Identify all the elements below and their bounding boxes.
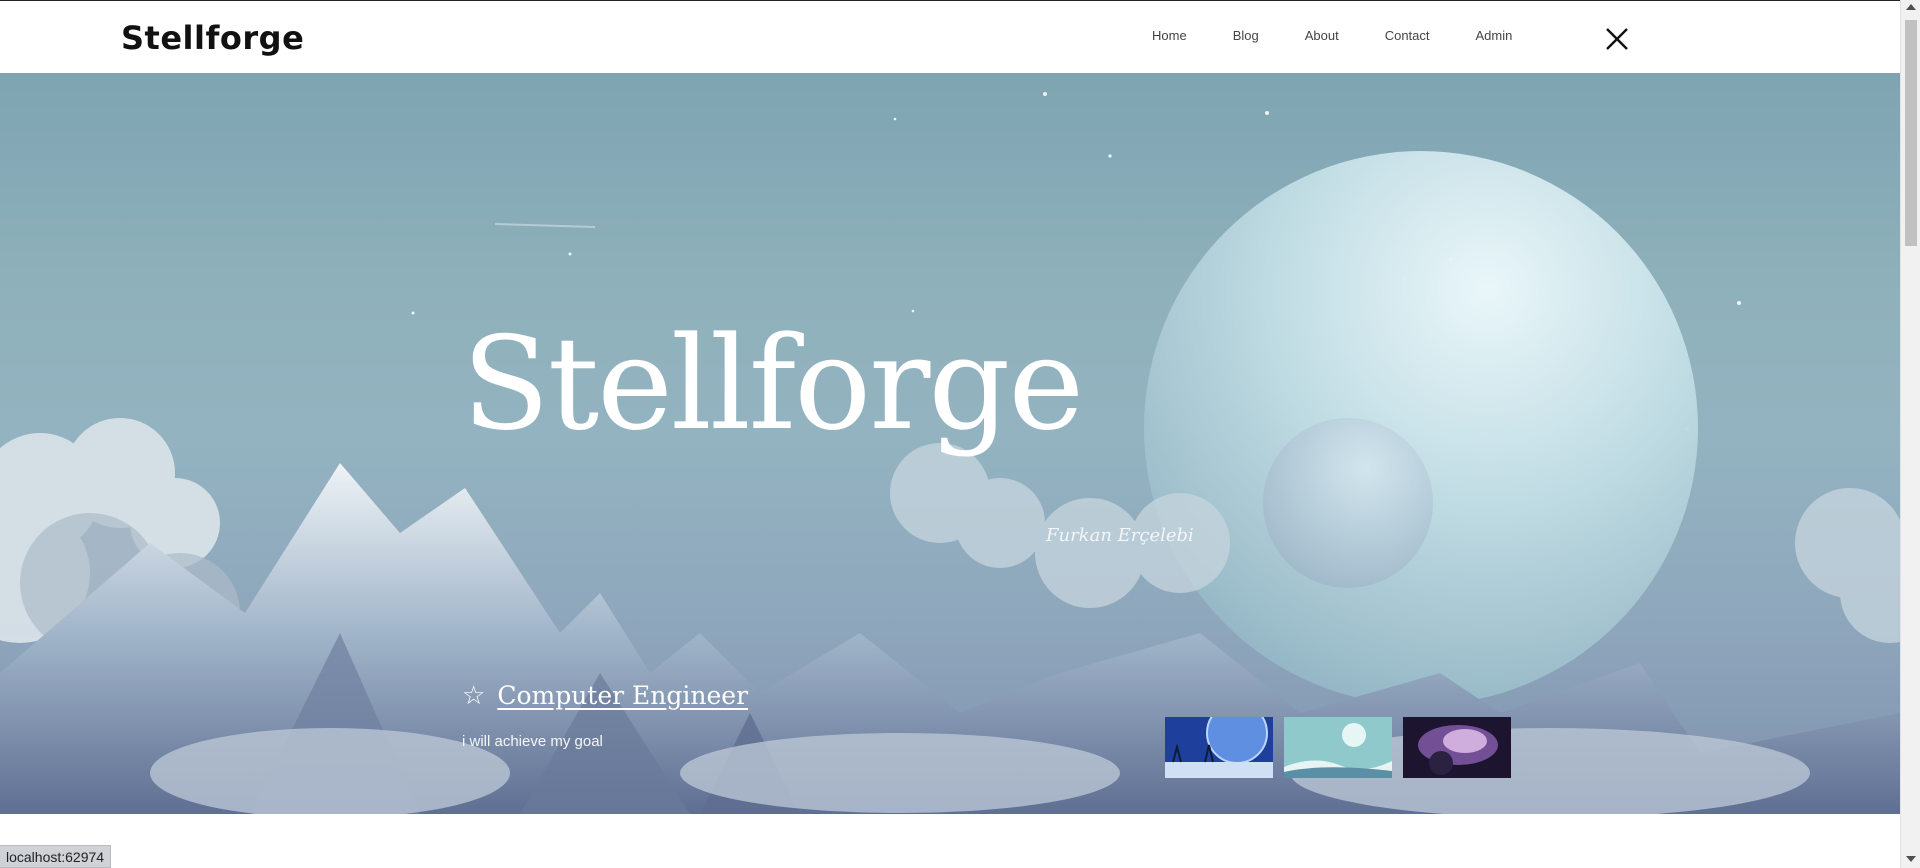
scroll-thumb[interactable] [1905,20,1917,246]
hero-tagline: i will achieve my goal [462,733,603,750]
status-bar-url: localhost:62974 [0,845,112,868]
scroll-up-arrow-icon[interactable] [1906,4,1916,10]
role-row: ☆ Computer Engineer [462,681,748,710]
thumbnail-nebula[interactable] [1403,717,1511,778]
nav-about[interactable]: About [1305,28,1339,43]
close-icon[interactable] [1604,26,1630,52]
site-logo[interactable]: Stellforge [121,19,304,57]
thumbnail-strip [1165,717,1522,778]
nav-admin[interactable]: Admin [1476,28,1513,43]
nav-blog[interactable]: Blog [1233,28,1259,43]
thumbnail-ice-moon[interactable] [1284,717,1392,778]
thumbnail-blue-planet[interactable] [1165,717,1273,778]
hero-title: Stellforge [462,310,1084,459]
scroll-down-arrow-icon[interactable] [1906,856,1916,862]
role-link[interactable]: Computer Engineer [497,681,748,710]
page-scrollbar[interactable] [1900,0,1920,868]
author-signature: Furkan Erçelebi [1046,525,1194,546]
main-nav: Home Blog About Contact Admin [1152,28,1558,43]
nav-contact[interactable]: Contact [1385,28,1430,43]
site-header: Stellforge Home Blog About Contact Admin [0,1,1900,73]
hero-section: Stellforge Furkan Erçelebi ☆ Computer En… [0,73,1900,814]
nav-home[interactable]: Home [1152,28,1187,43]
star-outline-icon: ☆ [462,680,486,711]
